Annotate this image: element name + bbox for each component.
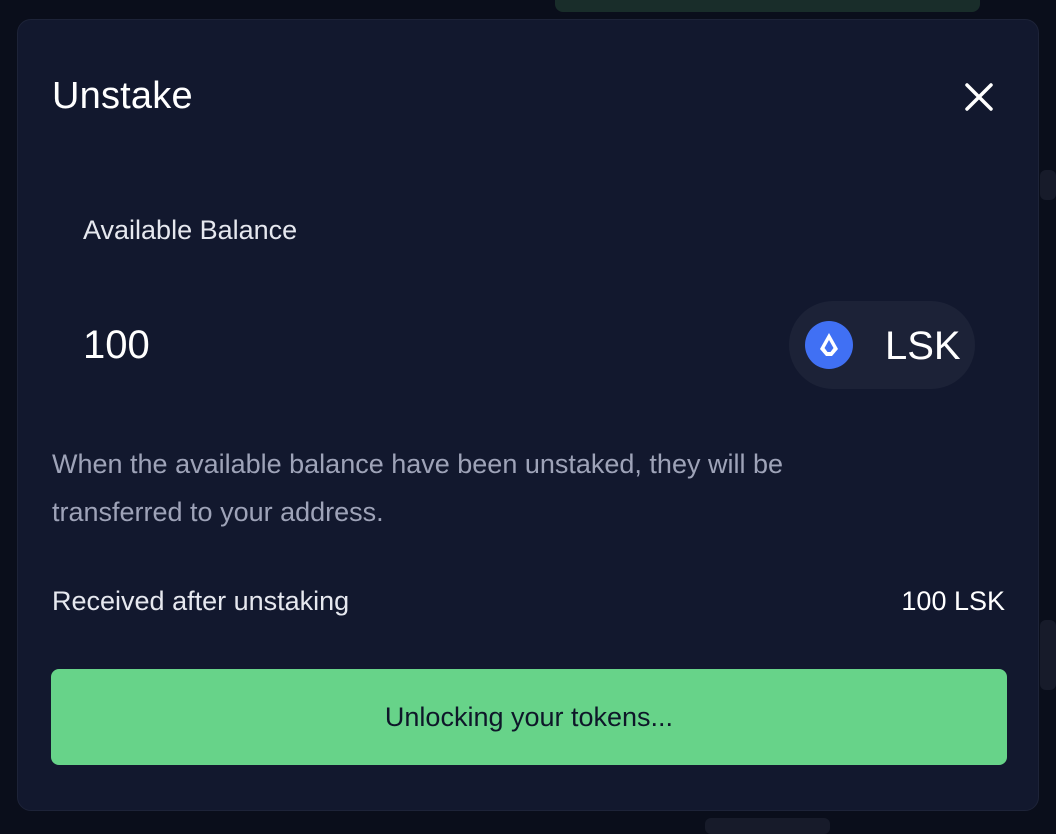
available-balance-label: Available Balance — [83, 215, 298, 245]
modal-title: Unstake — [52, 75, 193, 117]
background-element — [705, 818, 830, 834]
lisk-token-icon — [805, 321, 853, 369]
background-element — [1040, 170, 1056, 200]
background-highlight — [555, 0, 980, 12]
close-button[interactable] — [962, 80, 996, 114]
token-symbol: LSK — [885, 324, 961, 368]
button-label: Unlocking your tokens... — [384, 701, 674, 732]
received-label: Received after unstaking — [52, 586, 350, 616]
available-balance-value: 100 — [83, 323, 150, 367]
unstake-info-text: When the available balance have been uns… — [52, 449, 783, 527]
close-icon — [965, 83, 993, 111]
received-value: 100 LSK — [901, 586, 1005, 616]
unlocking-tokens-button[interactable]: Unlocking your tokens... — [51, 669, 1007, 765]
token-selector: LSK — [789, 301, 975, 389]
background-element — [1040, 620, 1056, 690]
unstake-modal: Unstake Available Balance 100 LSK When t… — [17, 19, 1039, 811]
